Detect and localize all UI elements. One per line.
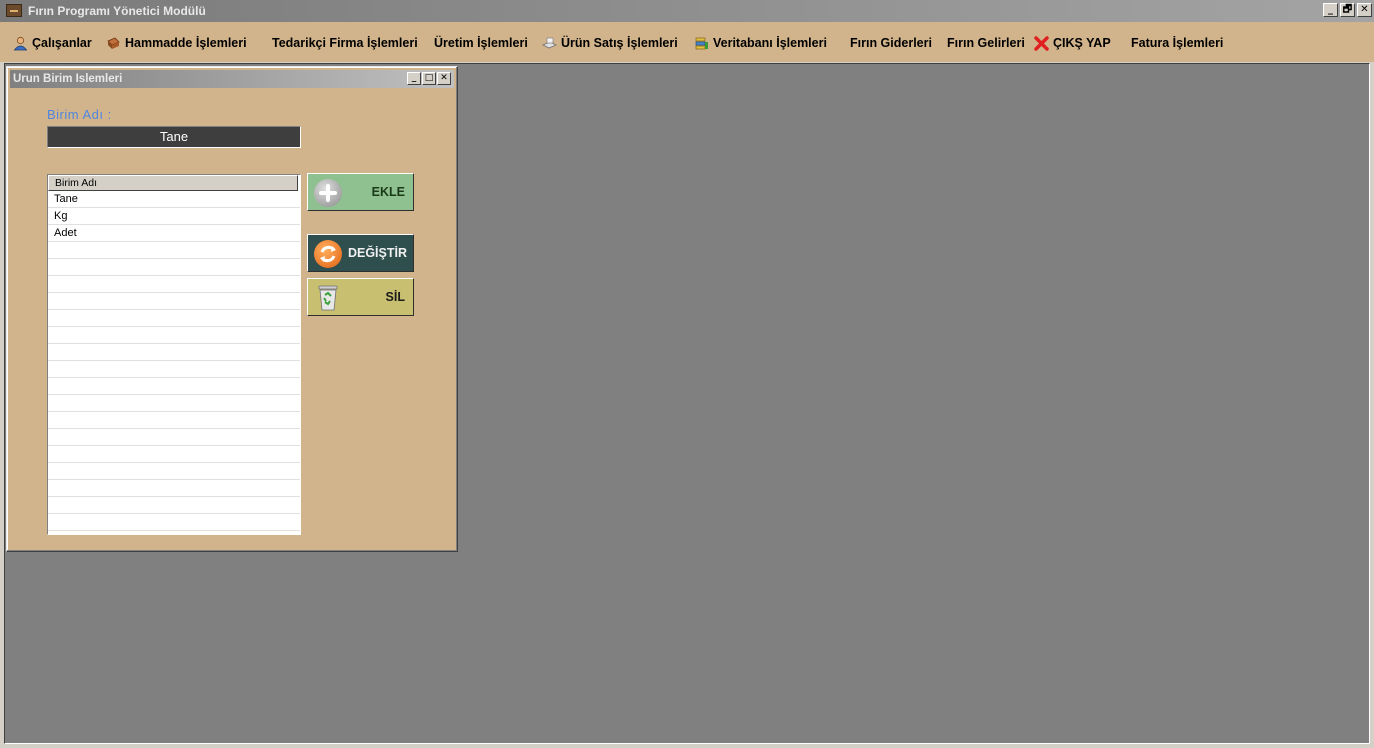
list-item[interactable]: Kg bbox=[48, 208, 300, 225]
unit-list-rows: Tane Kg Adet bbox=[48, 191, 300, 534]
list-item-empty[interactable] bbox=[48, 514, 300, 531]
update-button[interactable]: DEĞİŞTİR bbox=[307, 234, 414, 272]
recycle-bin-icon bbox=[314, 284, 342, 312]
window-title: Fırın Programı Yönetici Modülü bbox=[28, 4, 206, 18]
menu-suppliers[interactable]: Tedarikçi Firma İşlemleri bbox=[272, 34, 418, 52]
list-item-empty[interactable] bbox=[48, 497, 300, 514]
menu-production-label: Üretim İşlemleri bbox=[434, 36, 528, 50]
sales-icon bbox=[542, 36, 557, 51]
restore-button[interactable]: 🗗 bbox=[1340, 3, 1355, 17]
menu-product-sales[interactable]: Ürün Satış İşlemleri bbox=[542, 34, 678, 52]
menu-bakery-income[interactable]: Fırın Gelirleri bbox=[947, 34, 1025, 52]
unit-window: Urun Birim Islemleri _ □ ✕ Birim Adı : T… bbox=[6, 66, 458, 552]
unit-name-field[interactable]: Tane bbox=[47, 126, 301, 148]
menu-database[interactable]: Veritabanı İşlemleri bbox=[694, 34, 827, 52]
list-item-empty[interactable] bbox=[48, 429, 300, 446]
title-bar: Fırın Programı Yönetici Modülü _ 🗗 ✕ bbox=[0, 0, 1374, 22]
menu-raw-materials[interactable]: Hammadde İşlemleri bbox=[106, 34, 247, 52]
menu-bakery-income-label: Fırın Gelirleri bbox=[947, 36, 1025, 50]
menu-suppliers-label: Tedarikçi Firma İşlemleri bbox=[272, 36, 418, 50]
list-item-empty[interactable] bbox=[48, 480, 300, 497]
list-item-empty[interactable] bbox=[48, 344, 300, 361]
add-button-label: EKLE bbox=[371, 185, 405, 199]
list-item-empty[interactable] bbox=[48, 361, 300, 378]
delete-button[interactable]: SİL bbox=[307, 278, 414, 316]
unit-name-label: Birim Adı : bbox=[47, 107, 112, 122]
list-item-empty[interactable] bbox=[48, 327, 300, 344]
list-item-empty[interactable] bbox=[48, 395, 300, 412]
refresh-icon bbox=[314, 240, 342, 268]
list-item-empty[interactable] bbox=[48, 378, 300, 395]
menu-raw-materials-label: Hammadde İşlemleri bbox=[125, 36, 247, 50]
child-minimize-button[interactable]: _ bbox=[407, 72, 421, 85]
exit-x-icon bbox=[1034, 35, 1049, 51]
menu-bar: Çalışanlar Hammadde İşlemleri Tedarikçi … bbox=[0, 22, 1374, 62]
list-item[interactable]: Tane bbox=[48, 191, 300, 208]
menu-bakery-expenses-label: Fırın Giderleri bbox=[850, 36, 932, 50]
window-controls: _ 🗗 ✕ bbox=[1323, 3, 1372, 17]
list-item-empty[interactable] bbox=[48, 446, 300, 463]
list-item-empty[interactable] bbox=[48, 259, 300, 276]
child-maximize-button[interactable]: □ bbox=[422, 72, 436, 85]
unit-window-controls: _ □ ✕ bbox=[407, 72, 451, 85]
update-button-label: DEĞİŞTİR bbox=[347, 246, 407, 260]
main-window: Fırın Programı Yönetici Modülü _ 🗗 ✕ Çal… bbox=[0, 0, 1374, 748]
list-item-empty[interactable] bbox=[48, 412, 300, 429]
plus-icon bbox=[314, 179, 342, 207]
list-item-empty[interactable] bbox=[48, 310, 300, 327]
menu-invoices-label: Fatura İşlemleri bbox=[1131, 36, 1224, 50]
list-item-empty[interactable] bbox=[48, 242, 300, 259]
unit-window-title: Urun Birim Islemleri bbox=[13, 73, 123, 85]
menu-database-label: Veritabanı İşlemleri bbox=[713, 36, 827, 50]
menu-production[interactable]: Üretim İşlemleri bbox=[434, 34, 528, 52]
list-item-empty[interactable] bbox=[48, 531, 300, 534]
unit-list[interactable]: Birim Adı Tane Kg Adet bbox=[47, 174, 301, 535]
menu-exit[interactable]: ÇIKŞ YAP bbox=[1034, 34, 1111, 52]
list-item-empty[interactable] bbox=[48, 293, 300, 310]
minimize-button[interactable]: _ bbox=[1323, 3, 1338, 17]
child-close-button[interactable]: ✕ bbox=[437, 72, 451, 85]
person-icon bbox=[13, 36, 28, 51]
menu-exit-label: ÇIKŞ YAP bbox=[1053, 36, 1111, 50]
add-button[interactable]: EKLE bbox=[307, 173, 414, 211]
unit-window-title-bar[interactable]: Urun Birim Islemleri _ □ ✕ bbox=[10, 70, 454, 88]
menu-bakery-expenses[interactable]: Fırın Giderleri bbox=[850, 34, 932, 52]
list-item-empty[interactable] bbox=[48, 463, 300, 480]
list-item-empty[interactable] bbox=[48, 276, 300, 293]
close-button[interactable]: ✕ bbox=[1357, 3, 1372, 17]
menu-invoices[interactable]: Fatura İşlemleri bbox=[1131, 34, 1223, 52]
menu-product-sales-label: Ürün Satış İşlemleri bbox=[561, 36, 678, 50]
menu-employees[interactable]: Çalışanlar bbox=[13, 34, 92, 52]
menu-employees-label: Çalışanlar bbox=[32, 36, 92, 50]
app-icon bbox=[6, 4, 22, 17]
list-item[interactable]: Adet bbox=[48, 225, 300, 242]
materials-icon bbox=[106, 36, 121, 51]
database-icon bbox=[694, 36, 709, 51]
delete-button-label: SİL bbox=[385, 290, 405, 304]
unit-list-header[interactable]: Birim Adı bbox=[48, 175, 298, 191]
